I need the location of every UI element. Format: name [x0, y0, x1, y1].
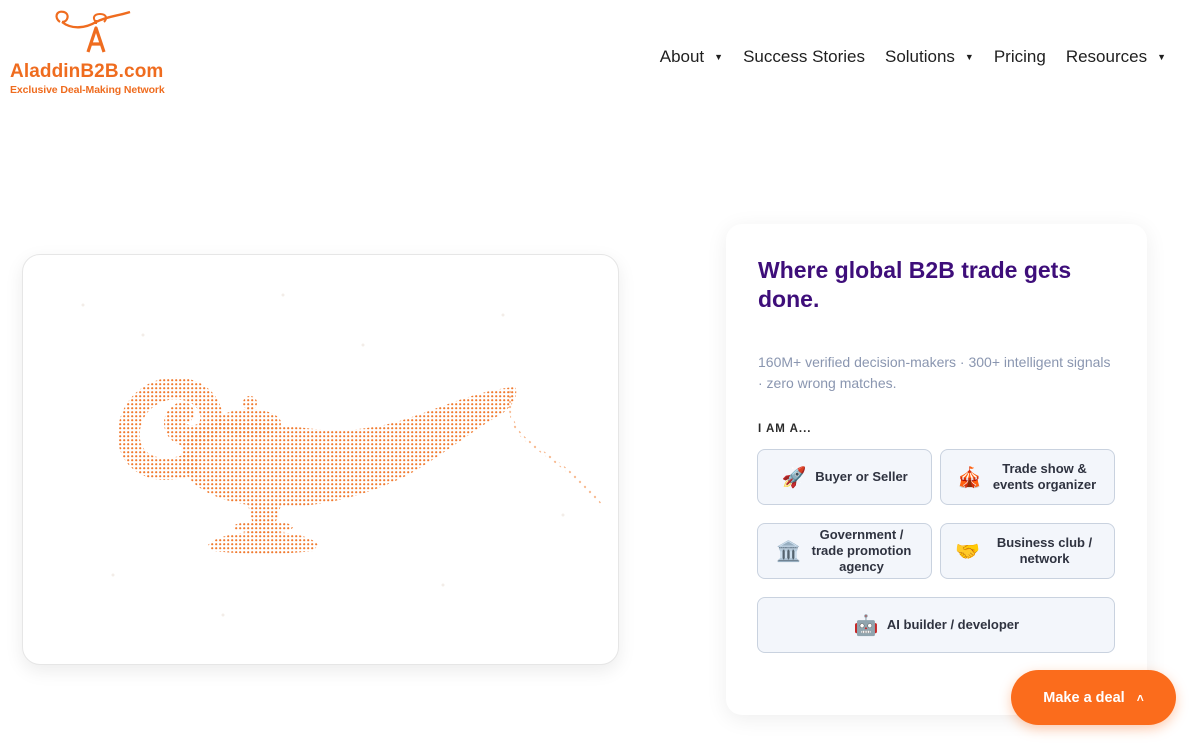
caret-down-icon: ▼ — [714, 52, 724, 62]
caret-down-icon: ▼ — [1157, 52, 1166, 62]
circus-tent-icon: 🎪 — [957, 466, 982, 489]
nav-item-label: Pricing — [993, 47, 1046, 66]
brand-name: AladdinB2B.com — [10, 61, 164, 82]
robot-icon: 🤖 — [853, 614, 879, 637]
role-prompt: I AM A... — [758, 423, 812, 435]
role-buyer-seller-button[interactable]: 🚀 Buyer or Seller — [757, 449, 932, 505]
role-label: AI builder / developer — [886, 617, 1020, 632]
caret-down-icon: ▼ — [964, 52, 974, 62]
role-ai-builder-button[interactable]: 🤖 AI builder / developer — [757, 597, 1115, 653]
chevron-up-icon: ˄ — [1136, 690, 1144, 705]
role-trade-show-organizer-button[interactable]: 🎪 Trade show & events organizer — [940, 449, 1115, 505]
hero-image-card — [22, 254, 619, 665]
value-proposition: 160M+ verified decision-makers · 300+ in… — [758, 354, 1111, 391]
role-label: Buyer or Seller — [815, 469, 908, 484]
nav-item-resources[interactable]: Resources ▼ — [1066, 47, 1166, 67]
role-government-agency-button[interactable]: 🏛️ Government / trade promotion agency — [757, 523, 932, 579]
role-label: Business club / network — [996, 535, 1093, 566]
nav-item-about[interactable]: About ▼ — [660, 47, 723, 67]
nav-item-label: Success Stories — [743, 47, 865, 66]
role-selector-panel: Where global B2B trade gets done. 160M+ … — [726, 224, 1147, 715]
make-a-deal-button[interactable]: Make a deal ˄ — [1011, 670, 1176, 725]
nav-item-pricing[interactable]: Pricing — [994, 47, 1046, 67]
make-a-deal-label: Make a deal — [1043, 689, 1125, 706]
main-nav: About ▼ Success Stories Solutions ▼ Pric… — [640, 45, 1166, 69]
nav-item-solutions[interactable]: Solutions ▼ — [885, 47, 974, 67]
brand-logo[interactable]: AladdinB2B.com Exclusive Deal-Making Net… — [8, 8, 188, 100]
brand-tagline: Exclusive Deal-Making Network — [10, 84, 165, 96]
role-label: Government / trade promotion agency — [811, 527, 912, 574]
genie-lamp-logo-icon — [55, 10, 131, 53]
rocket-icon: 🚀 — [781, 466, 807, 489]
nav-item-success-stories[interactable]: Success Stories — [743, 47, 865, 67]
role-business-club-button[interactable]: 🤝 Business club / network — [940, 523, 1115, 579]
magic-lamp-illustration — [81, 293, 603, 617]
nav-item-label: Resources — [1065, 47, 1148, 66]
handshake-icon: 🤝 — [955, 540, 980, 563]
classical-building-icon: 🏛️ — [776, 540, 801, 563]
role-label: Trade show & events organizer — [992, 461, 1097, 492]
page-title: Where global B2B trade gets done. — [758, 257, 1072, 312]
nav-item-label: About — [659, 47, 705, 66]
nav-item-label: Solutions — [884, 47, 955, 66]
